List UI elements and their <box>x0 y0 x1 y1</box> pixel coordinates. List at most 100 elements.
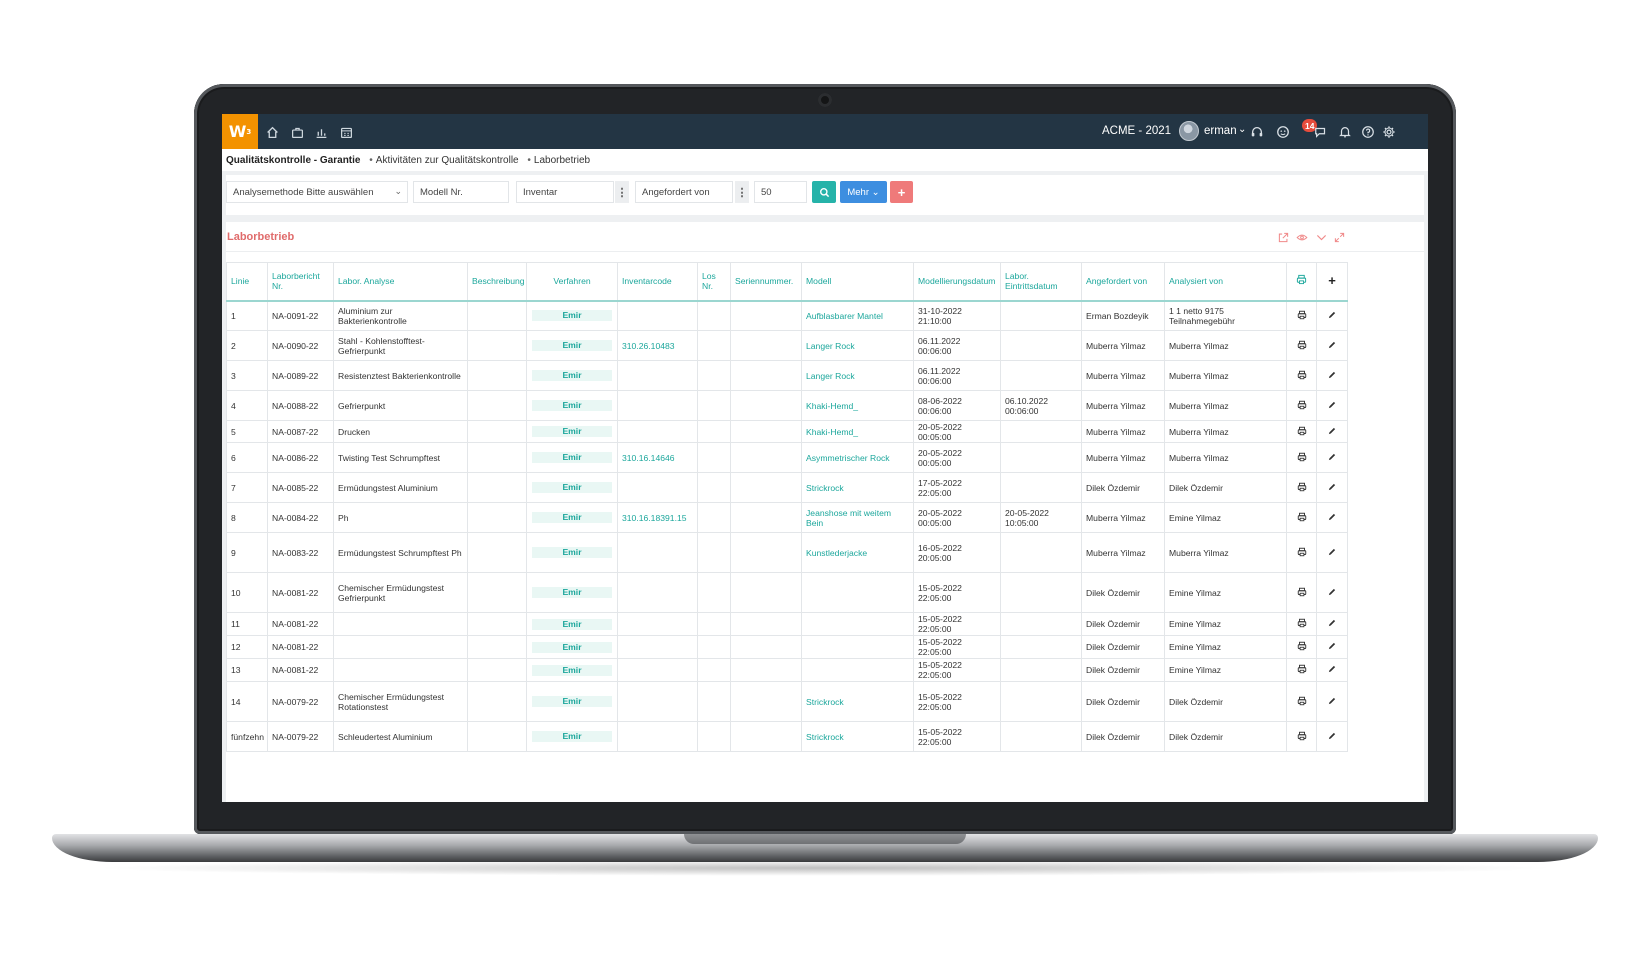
cell-inventarcode[interactable] <box>617 612 698 636</box>
cell-modell[interactable]: Khaki-Hemd_ <box>801 390 914 421</box>
table-row[interactable]: 5 NA-0087-22 Drucken Emir Khaki-Hemd_ 20-05-2… <box>226 420 1348 443</box>
cell-inventarcode[interactable] <box>617 420 698 443</box>
edit-icon[interactable] <box>1316 420 1348 443</box>
cell-modell[interactable]: Asymmetrischer Rock <box>801 442 914 473</box>
col-laborbericht[interactable]: Laborbericht Nr. <box>267 262 334 302</box>
search-button[interactable] <box>812 181 836 203</box>
print-icon[interactable] <box>1286 658 1317 682</box>
cell-modell[interactable]: Langer Rock <box>801 330 914 361</box>
print-icon[interactable] <box>1286 721 1317 752</box>
export-icon[interactable] <box>1276 230 1290 244</box>
breadcrumb-item[interactable]: Aktivitäten zur Qualitätskontrolle <box>376 155 519 166</box>
edit-icon[interactable] <box>1316 300 1348 331</box>
col-analyse[interactable]: Labor. Analyse <box>333 262 468 302</box>
smiley-icon[interactable] <box>1274 123 1292 141</box>
cell-inventarcode[interactable] <box>617 721 698 752</box>
cell-inventarcode[interactable] <box>617 300 698 331</box>
cell-modell[interactable]: Langer Rock <box>801 360 914 391</box>
table-row[interactable]: 9 NA-0083-22 Ermüdungstest Schrumpftest Ph… <box>226 532 1348 573</box>
eye-icon[interactable] <box>1295 230 1309 244</box>
cell-modell[interactable] <box>801 658 914 682</box>
analysis-method-select[interactable]: Analysemethode Bitte auswählen ⌄ <box>226 181 408 203</box>
col-analysiert[interactable]: Analysiert von <box>1164 262 1287 302</box>
print-icon[interactable] <box>1286 532 1317 573</box>
edit-icon[interactable] <box>1316 502 1348 533</box>
cell-modell[interactable]: Strickrock <box>801 721 914 752</box>
col-modell[interactable]: Modell <box>801 262 914 302</box>
bell-icon[interactable] <box>1336 123 1354 141</box>
inventory-input[interactable]: Inventar <box>516 181 614 203</box>
breadcrumb-item[interactable]: Laborbetrieb <box>534 155 590 166</box>
table-row[interactable]: 13 NA-0081-22 Emir 15-05-2022 22:05:00 Dilek… <box>226 658 1348 682</box>
cell-modell[interactable] <box>801 612 914 636</box>
page-size-input[interactable]: 50 <box>754 181 807 203</box>
print-icon[interactable] <box>1286 360 1317 391</box>
chevron-down-icon[interactable] <box>1314 230 1328 244</box>
cell-inventarcode[interactable] <box>617 681 698 722</box>
edit-icon[interactable] <box>1316 330 1348 361</box>
cell-modell[interactable]: Aufblasbarer Mantel <box>801 300 914 331</box>
print-icon[interactable] <box>1286 681 1317 722</box>
edit-icon[interactable] <box>1316 442 1348 473</box>
table-row[interactable]: 7 NA-0085-22 Ermüdungstest Aluminium Emir St… <box>226 472 1348 503</box>
edit-icon[interactable] <box>1316 635 1348 659</box>
table-row[interactable]: 11 NA-0081-22 Emir 15-05-2022 22:05:00 Dilek… <box>226 612 1348 636</box>
print-icon[interactable] <box>1286 502 1317 533</box>
print-icon[interactable] <box>1286 635 1317 659</box>
cell-inventarcode[interactable]: 310.26.10483 <box>617 330 698 361</box>
cell-inventarcode[interactable] <box>617 635 698 659</box>
print-icon[interactable] <box>1286 572 1317 613</box>
cell-inventarcode[interactable]: 310.16.14646 <box>617 442 698 473</box>
cell-modell[interactable] <box>801 572 914 613</box>
col-eintrittsdatum[interactable]: Labor. Eintrittsdatum <box>1000 262 1082 302</box>
print-icon[interactable] <box>1286 442 1317 473</box>
company-name[interactable]: ACME - 2021 <box>1102 125 1171 137</box>
add-button[interactable]: + <box>890 181 913 203</box>
requested-by-input[interactable]: Angefordert von <box>635 181 733 203</box>
cell-modell[interactable]: Strickrock <box>801 472 914 503</box>
col-angefordert[interactable]: Angefordert von <box>1081 262 1165 302</box>
cell-inventarcode[interactable] <box>617 390 698 421</box>
user-name[interactable]: erman <box>1204 125 1237 137</box>
briefcase-icon[interactable] <box>288 123 306 141</box>
table-row[interactable]: 14 NA-0079-22 Chemischer Ermüdungstest Rot… <box>226 681 1348 722</box>
edit-icon[interactable] <box>1316 612 1348 636</box>
print-icon[interactable] <box>1286 472 1317 503</box>
table-row[interactable]: 4 NA-0088-22 Gefrierpunkt Emir Khaki-Hemd_ 08… <box>226 390 1348 421</box>
chevron-down-icon[interactable]: ⌄ <box>1238 124 1246 135</box>
edit-icon[interactable] <box>1316 390 1348 421</box>
edit-icon[interactable] <box>1316 572 1348 613</box>
cell-inventarcode[interactable] <box>617 572 698 613</box>
print-icon[interactable] <box>1286 612 1317 636</box>
cell-modell[interactable] <box>801 635 914 659</box>
cell-modell[interactable]: Strickrock <box>801 681 914 722</box>
table-row[interactable]: 6 NA-0086-22 Twisting Test Schrumpftest Emi… <box>226 442 1348 473</box>
gear-icon[interactable] <box>1380 123 1398 141</box>
expand-icon[interactable] <box>1332 230 1346 244</box>
print-icon[interactable] <box>1286 390 1317 421</box>
cell-modell[interactable]: Kunstlederjacke <box>801 532 914 573</box>
edit-icon[interactable] <box>1316 658 1348 682</box>
edit-icon[interactable] <box>1316 472 1348 503</box>
help-icon[interactable] <box>1359 123 1377 141</box>
model-no-input[interactable]: Modell Nr. <box>413 181 509 203</box>
cell-inventarcode[interactable] <box>617 532 698 573</box>
requested-by-more-icon[interactable]: ⋮ <box>735 181 749 203</box>
breadcrumb-root[interactable]: Qualitätskontrolle - Garantie <box>226 155 360 166</box>
col-seriennummer[interactable]: Seriennummer. <box>730 262 802 302</box>
home-icon[interactable] <box>263 123 281 141</box>
chart-icon[interactable] <box>312 123 330 141</box>
table-row[interactable]: 12 NA-0081-22 Emir 15-05-2022 22:05:00 Dilek… <box>226 635 1348 659</box>
print-icon[interactable] <box>1286 330 1317 361</box>
calendar-icon[interactable] <box>337 123 355 141</box>
print-all-icon[interactable] <box>1286 262 1317 302</box>
table-row[interactable]: 1 NA-0091-22 Aluminium zur Bakterienkontro… <box>226 300 1348 331</box>
col-linie[interactable]: Linie <box>226 262 268 302</box>
inventory-more-icon[interactable]: ⋮ <box>615 181 629 203</box>
edit-icon[interactable] <box>1316 721 1348 752</box>
add-row-icon[interactable]: + <box>1316 262 1348 302</box>
more-button[interactable]: Mehr ⌄ <box>840 181 887 203</box>
cell-modell[interactable]: Jeanshose mit weitem Bein <box>801 502 914 533</box>
cell-inventarcode[interactable] <box>617 658 698 682</box>
table-row[interactable]: fünfzehn NA-0079-22 Schleudertest Aluminiu… <box>226 721 1348 752</box>
